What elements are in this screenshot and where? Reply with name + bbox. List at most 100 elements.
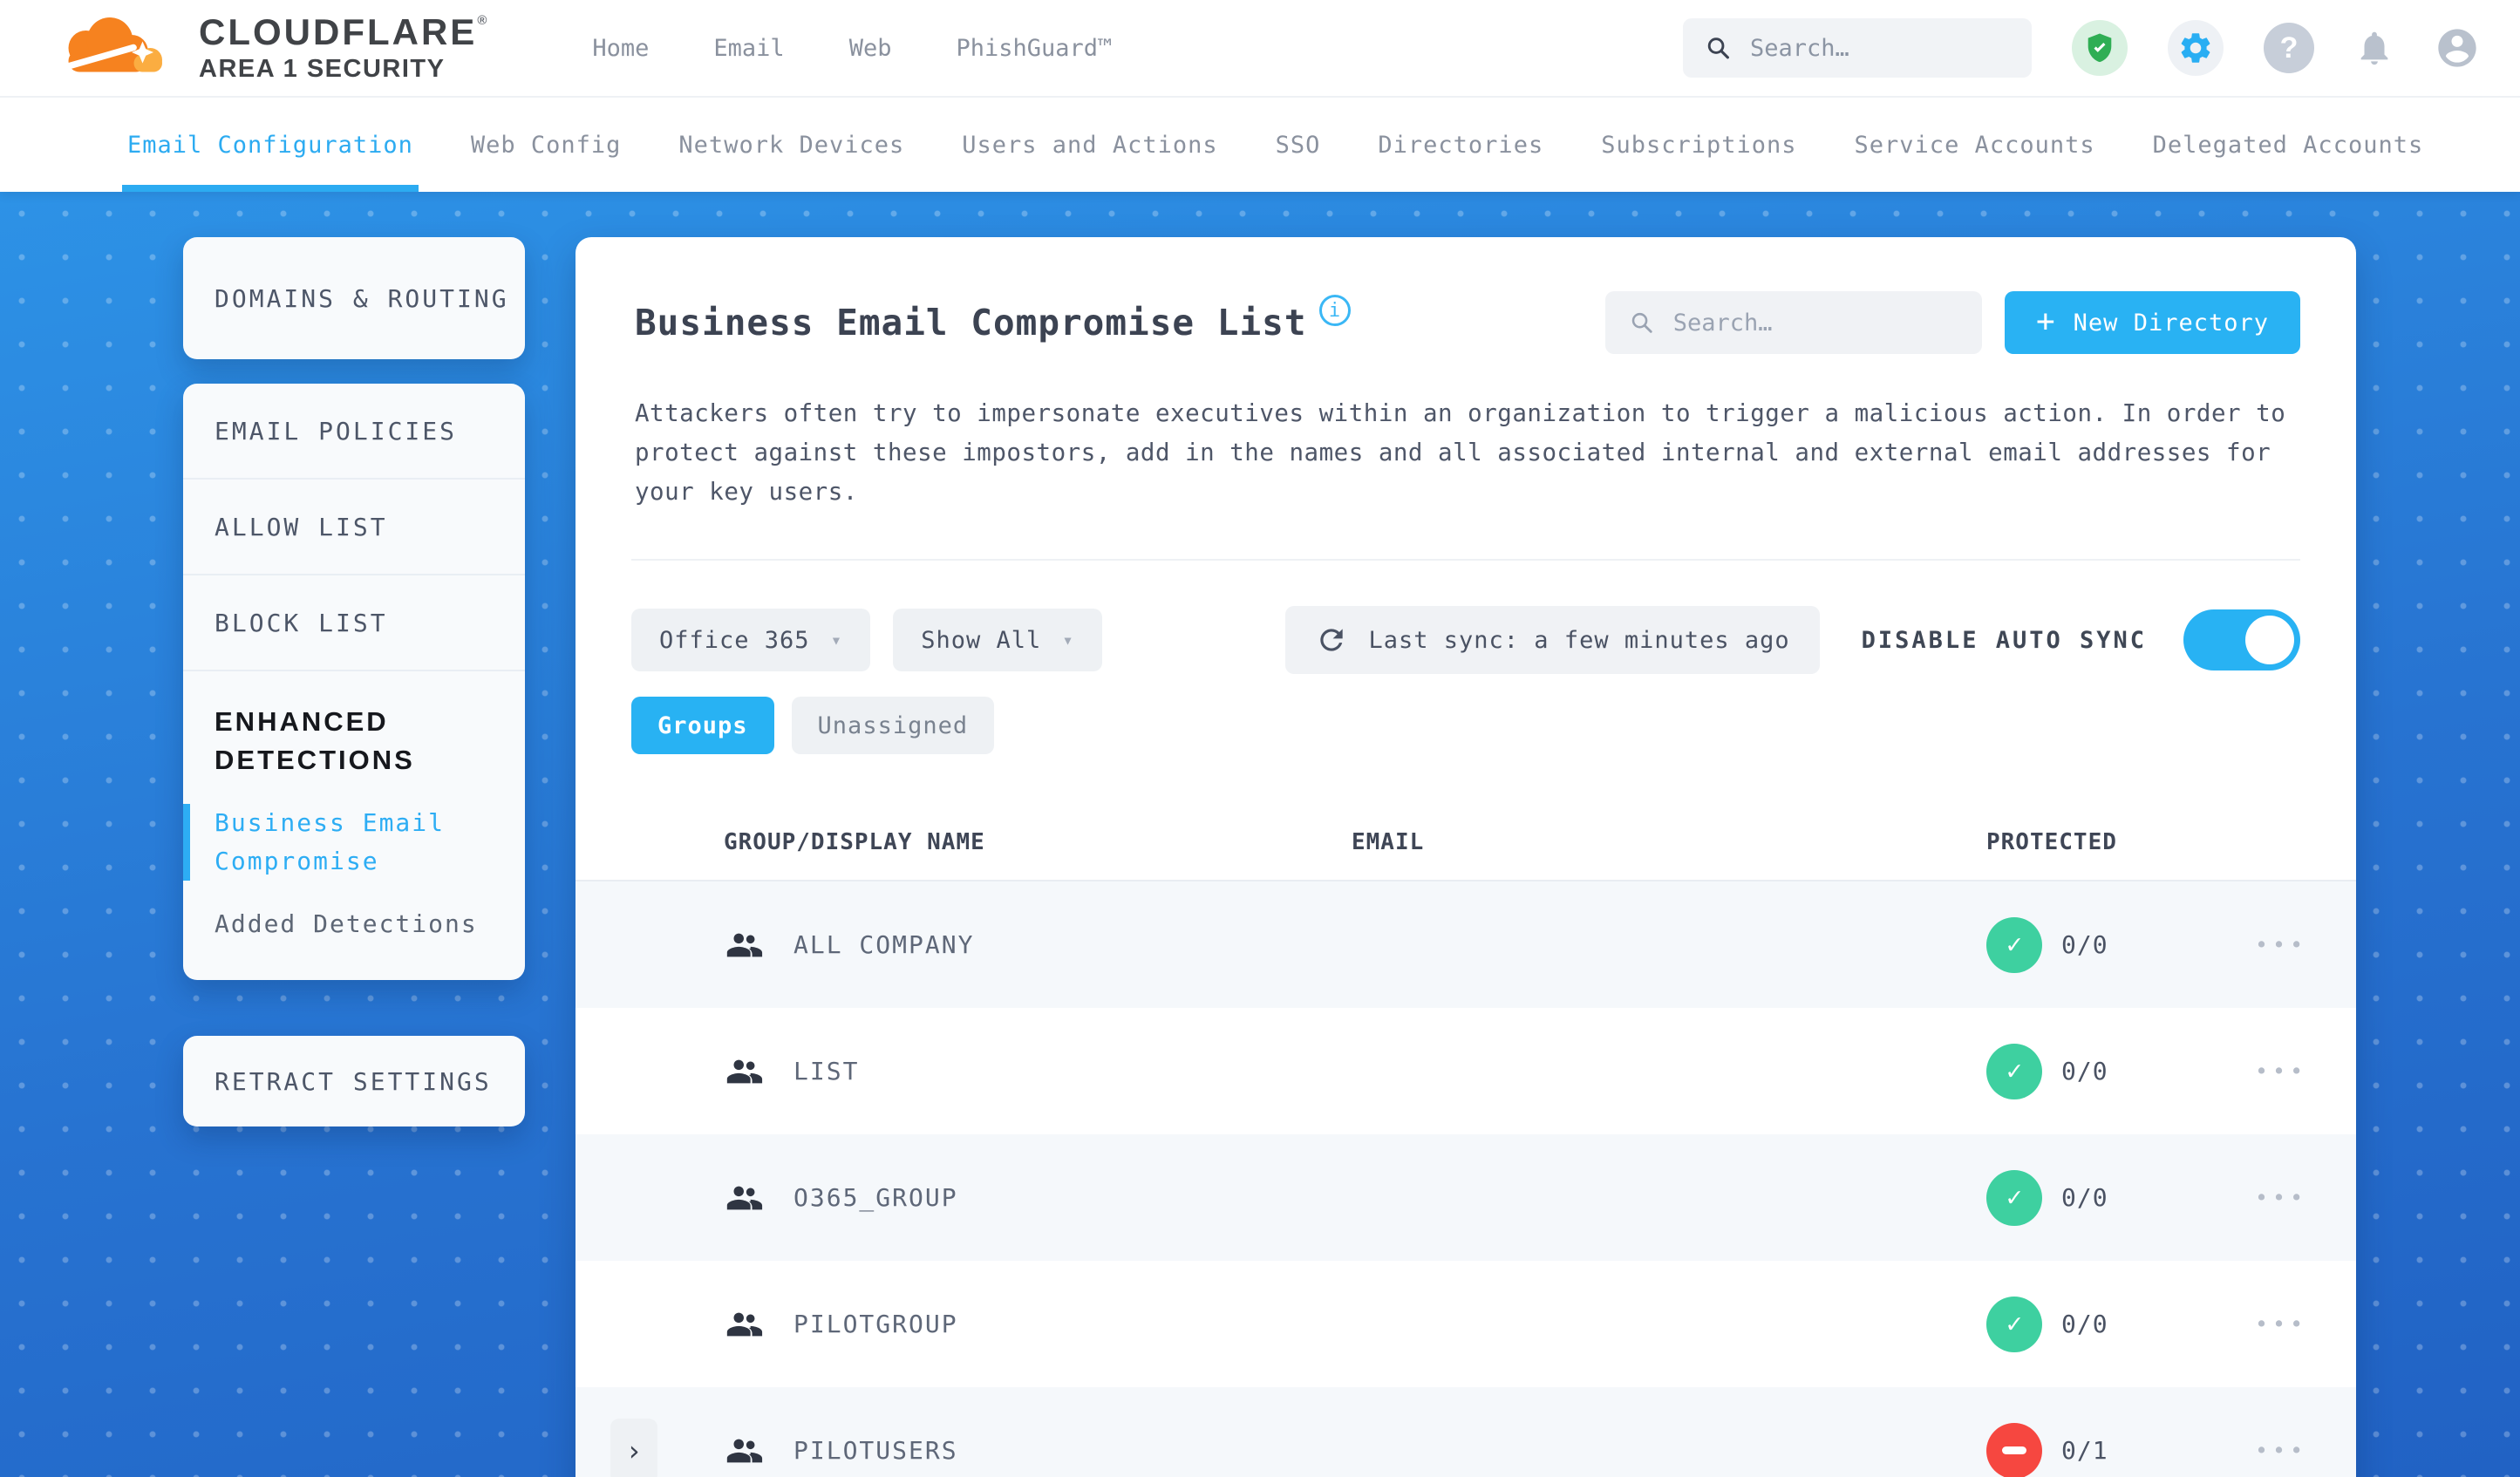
protected-cell: 0/1 [1962, 1422, 2241, 1477]
config-subnav: Email Configuration Web Config Network D… [0, 96, 2520, 192]
protected-cell: 0/0 [1962, 916, 2241, 973]
panel-header: Business Email Compromise List i + New D… [576, 237, 2356, 354]
gear-icon [2181, 33, 2210, 63]
global-search[interactable] [1683, 18, 2032, 78]
sidebar-label: DOMAINS & ROUTING [215, 283, 509, 313]
help-icon: ? [2279, 31, 2299, 65]
expand-row-button[interactable]: › [610, 1418, 657, 1477]
search-icon [1631, 312, 1652, 333]
toggle-knob [2245, 616, 2294, 664]
sidebar-item-enhanced-detections[interactable]: ENHANCED DETECTIONS [183, 703, 445, 779]
new-directory-label: New Directory [2073, 309, 2269, 337]
sidebar-item-domains-routing[interactable]: DOMAINS & ROUTING [183, 237, 525, 359]
nav-item-web[interactable]: Web [849, 35, 892, 62]
protected-cell: 0/0 [1962, 1043, 2241, 1099]
subnav-directories[interactable]: Directories [1378, 98, 1543, 192]
directory-filter-dropdown[interactable]: Office 365 ▾ [631, 609, 871, 671]
protected-count: 0/0 [2061, 1310, 2108, 1338]
nav-item-phishguard[interactable]: PhishGuard™ [956, 35, 1112, 62]
directory-filter-label: Office 365 [659, 626, 810, 654]
nav-item-email[interactable]: Email [713, 35, 784, 62]
sidebar-item-retract-settings[interactable]: RETRACT SETTINGS [183, 1036, 525, 1126]
protected-count: 0/1 [2061, 1436, 2108, 1465]
help-button[interactable]: ? [2264, 23, 2314, 73]
last-sync-label: Last sync: a few minutes ago [1368, 626, 1790, 654]
table-row[interactable]: O365_GROUP 0/0 ••• [576, 1134, 2356, 1261]
bell-icon[interactable] [2354, 28, 2394, 68]
info-icon[interactable]: i [1318, 295, 1351, 326]
global-search-input[interactable] [1750, 34, 2009, 62]
subnav-delegated-accounts[interactable]: Delegated Accounts [2153, 98, 2424, 192]
protected-cell: 0/0 [1962, 1169, 2241, 1226]
sidebar-item-business-email-compromise[interactable]: Business Email Compromise [183, 804, 494, 881]
group-icon [726, 1186, 763, 1209]
tab-groups[interactable]: Groups [631, 697, 774, 754]
sidebar-policies-card: EMAIL POLICIES ALLOW LIST BLOCK LIST ENH… [183, 384, 525, 980]
sidebar-item-added-detections[interactable]: Added Detections [183, 905, 494, 943]
show-filter-dropdown[interactable]: Show All ▾ [893, 609, 1102, 671]
subnav-email-configuration[interactable]: Email Configuration [122, 98, 419, 192]
sidebar: DOMAINS & ROUTING EMAIL POLICIES ALLOW L… [183, 237, 525, 1126]
plus-icon: + [2035, 303, 2056, 339]
header-actions: ? [1683, 18, 2480, 78]
table-row[interactable]: PILOTGROUP 0/0 ••• [576, 1261, 2356, 1387]
table-header: GROUP/DISPLAY NAME EMAIL PROTECTED [576, 805, 2356, 881]
protected-status-badge [1986, 916, 2042, 973]
sidebar-label: RETRACT SETTINGS [215, 1066, 492, 1096]
cloudflare-logo[interactable]: CLOUDFLARE® AREA 1 SECURITY [49, 14, 489, 82]
row-menu-button[interactable]: ••• [2241, 1185, 2356, 1210]
tab-unassigned[interactable]: Unassigned [791, 697, 995, 754]
group-name: LIST [793, 1057, 860, 1086]
group-tabs: Groups Unassigned [631, 697, 2300, 754]
registered-mark: ® [477, 13, 490, 28]
table-row[interactable]: LIST 0/0 ••• [576, 1008, 2356, 1134]
row-menu-button[interactable]: ••• [2241, 932, 2356, 957]
sidebar-item-allow-list[interactable]: ALLOW LIST [183, 480, 525, 575]
protected-count: 0/0 [2061, 930, 2108, 959]
group-icon [726, 1312, 763, 1336]
group-icon [726, 933, 763, 956]
enhanced-detections-section: ENHANCED DETECTIONS Business Email Compr… [183, 671, 525, 943]
protected-status-badge [1986, 1169, 2042, 1226]
subnav-web-config[interactable]: Web Config [471, 98, 622, 192]
list-search-input[interactable] [1672, 309, 1958, 337]
subnav-subscriptions[interactable]: Subscriptions [1601, 98, 1796, 192]
protected-status-badge [1986, 1422, 2042, 1477]
table-row[interactable]: › PILOTUSERS 0/1 ••• [576, 1387, 2356, 1477]
chevron-down-icon: ▾ [1062, 630, 1074, 650]
last-sync-button[interactable]: Last sync: a few minutes ago [1284, 606, 1820, 674]
group-icon [726, 1059, 763, 1083]
group-name: PILOTGROUP [793, 1310, 958, 1338]
user-icon[interactable] [2435, 25, 2480, 71]
new-directory-button[interactable]: + New Directory [2004, 291, 2300, 354]
subnav-service-accounts[interactable]: Service Accounts [1855, 98, 2095, 192]
row-menu-button[interactable]: ••• [2241, 1311, 2356, 1337]
security-status-button[interactable] [2072, 20, 2128, 76]
refresh-icon [1319, 629, 1343, 651]
column-header-email: EMAIL [1352, 829, 1425, 855]
sidebar-item-block-list[interactable]: BLOCK LIST [183, 575, 525, 671]
table-row[interactable]: ALL COMPANY 0/0 ••• [576, 881, 2356, 1008]
controls-row: Office 365 ▾ Show All ▾ Last sync: a few… [631, 606, 2300, 674]
row-menu-button[interactable]: ••• [2241, 1438, 2356, 1463]
nav-item-home[interactable]: Home [592, 35, 649, 62]
row-menu-button[interactable]: ••• [2241, 1058, 2356, 1084]
sidebar-item-email-policies[interactable]: EMAIL POLICIES [183, 384, 525, 480]
sidebar-label: BLOCK LIST [215, 608, 388, 637]
top-nav: Home Email Web PhishGuard™ [592, 35, 1112, 62]
description-text: Attackers often try to impersonate execu… [635, 399, 2286, 506]
cloudflare-cloud-icon [57, 17, 162, 72]
subnav-sso[interactable]: SSO [1276, 98, 1321, 192]
subnav-network-devices[interactable]: Network Devices [678, 98, 904, 192]
column-header-group-display-name: GROUP/DISPLAY NAME [724, 829, 985, 855]
sidebar-label: EMAIL POLICIES [215, 416, 458, 446]
group-icon [726, 1439, 763, 1462]
auto-sync-toggle[interactable] [2183, 609, 2300, 670]
protected-count: 0/0 [2061, 1183, 2108, 1212]
list-search[interactable] [1604, 291, 1982, 354]
settings-button[interactable] [2168, 20, 2224, 76]
subnav-users-and-actions[interactable]: Users and Actions [962, 98, 1217, 192]
logo-text: CLOUDFLARE® AREA 1 SECURITY [199, 14, 489, 82]
groups-table: GROUP/DISPLAY NAME EMAIL PROTECTED ALL C… [576, 805, 2356, 1477]
group-name: ALL COMPANY [793, 930, 975, 959]
